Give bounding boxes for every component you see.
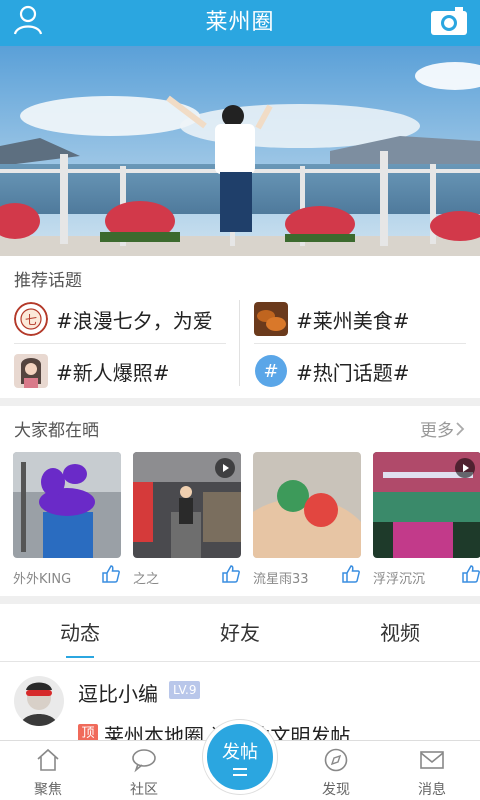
nav-label: 聚焦 xyxy=(34,782,62,798)
post-icon-line xyxy=(233,774,247,776)
camera-icon[interactable] xyxy=(428,2,470,38)
share-card[interactable]: 之之 xyxy=(133,452,241,587)
mail-icon xyxy=(420,751,444,769)
avatar[interactable] xyxy=(14,676,64,726)
share-username: 之之 xyxy=(133,572,160,587)
thumbs-up-icon[interactable] xyxy=(341,564,361,584)
sharing-section: 大家都在晒 更多 外外KING 之之 流星雨33 浮浮沉沉 xyxy=(0,406,480,596)
svg-text:#: # xyxy=(263,361,278,382)
newbie-icon xyxy=(14,354,48,388)
level-badge: LV.9 xyxy=(169,681,201,699)
topic-label: #莱州美食# xyxy=(296,308,410,333)
pinned-tag: 顶 xyxy=(78,724,98,740)
post-button[interactable]: 发帖 xyxy=(203,720,277,794)
share-thumbnail xyxy=(253,452,361,558)
play-icon xyxy=(455,458,475,478)
compass-icon xyxy=(324,748,348,772)
topics-title: 推荐话题 xyxy=(14,271,82,291)
qixi-icon: 七 xyxy=(14,302,48,336)
nav-discover[interactable]: 发现 xyxy=(296,741,376,800)
banner-image[interactable] xyxy=(0,46,480,256)
thumbs-up-icon[interactable] xyxy=(221,564,241,584)
home-icon xyxy=(37,748,59,771)
chevron-right-icon xyxy=(456,421,465,436)
divider xyxy=(14,343,226,344)
topic-item-qixi[interactable]: 七 #浪漫七夕，为爱 xyxy=(14,300,213,338)
recommended-topics: 推荐话题 七 #浪漫七夕，为爱 #莱州美食# #新人爆照# # #热门话题# xyxy=(0,256,480,398)
feed-tabs: 动态 好友 视频 xyxy=(0,604,480,662)
share-username: 外外KING xyxy=(13,572,72,587)
sharing-title: 大家都在晒 xyxy=(14,421,99,441)
nav-community[interactable]: 社区 xyxy=(104,741,184,800)
post-icon-line xyxy=(233,768,247,770)
tab-indicator xyxy=(66,656,94,658)
more-link[interactable]: 更多 xyxy=(420,416,466,441)
chat-icon xyxy=(132,749,156,773)
thumbs-up-icon[interactable] xyxy=(101,564,121,584)
nav-messages[interactable]: 消息 xyxy=(392,741,472,800)
tab-dynamic[interactable]: 动态 xyxy=(20,604,140,662)
poster-name[interactable]: 逗比小编 xyxy=(78,678,158,707)
topic-item-hot[interactable]: # #热门话题# xyxy=(254,352,410,390)
share-thumbnail xyxy=(13,452,121,558)
food-icon xyxy=(254,302,288,336)
play-icon xyxy=(215,458,235,478)
share-card[interactable]: 外外KING xyxy=(13,452,121,587)
topic-item-food[interactable]: #莱州美食# xyxy=(254,300,410,338)
nav-focus[interactable]: 聚焦 xyxy=(8,741,88,800)
more-label: 更多 xyxy=(420,421,454,441)
share-thumbnail xyxy=(373,452,480,558)
nav-label: 发现 xyxy=(322,782,350,798)
share-card[interactable]: 浮浮沉沉 xyxy=(373,452,480,587)
thumbs-up-icon[interactable] xyxy=(461,564,480,584)
share-card[interactable]: 流星雨33 xyxy=(253,452,361,587)
nav-label: 社区 xyxy=(130,782,158,798)
share-username: 流星雨33 xyxy=(253,572,309,587)
share-thumbnail xyxy=(133,452,241,558)
topic-item-newbie[interactable]: #新人爆照# xyxy=(14,352,170,390)
share-username: 浮浮沉沉 xyxy=(373,572,426,587)
tab-videos[interactable]: 视频 xyxy=(340,604,460,662)
topic-label: #热门话题# xyxy=(296,360,410,385)
divider xyxy=(254,343,466,344)
post-label: 发帖 xyxy=(222,742,258,763)
divider xyxy=(239,300,240,386)
tab-friends[interactable]: 好友 xyxy=(180,604,300,662)
app-header: 莱州圈 xyxy=(0,0,480,46)
page-title: 莱州圈 xyxy=(205,10,275,35)
hashtag-icon: # xyxy=(254,354,288,388)
topic-label: #新人爆照# xyxy=(56,360,170,385)
svg-text:七: 七 xyxy=(25,313,37,327)
nav-label: 消息 xyxy=(418,782,446,798)
topic-label: #浪漫七夕，为爱 xyxy=(56,308,213,333)
